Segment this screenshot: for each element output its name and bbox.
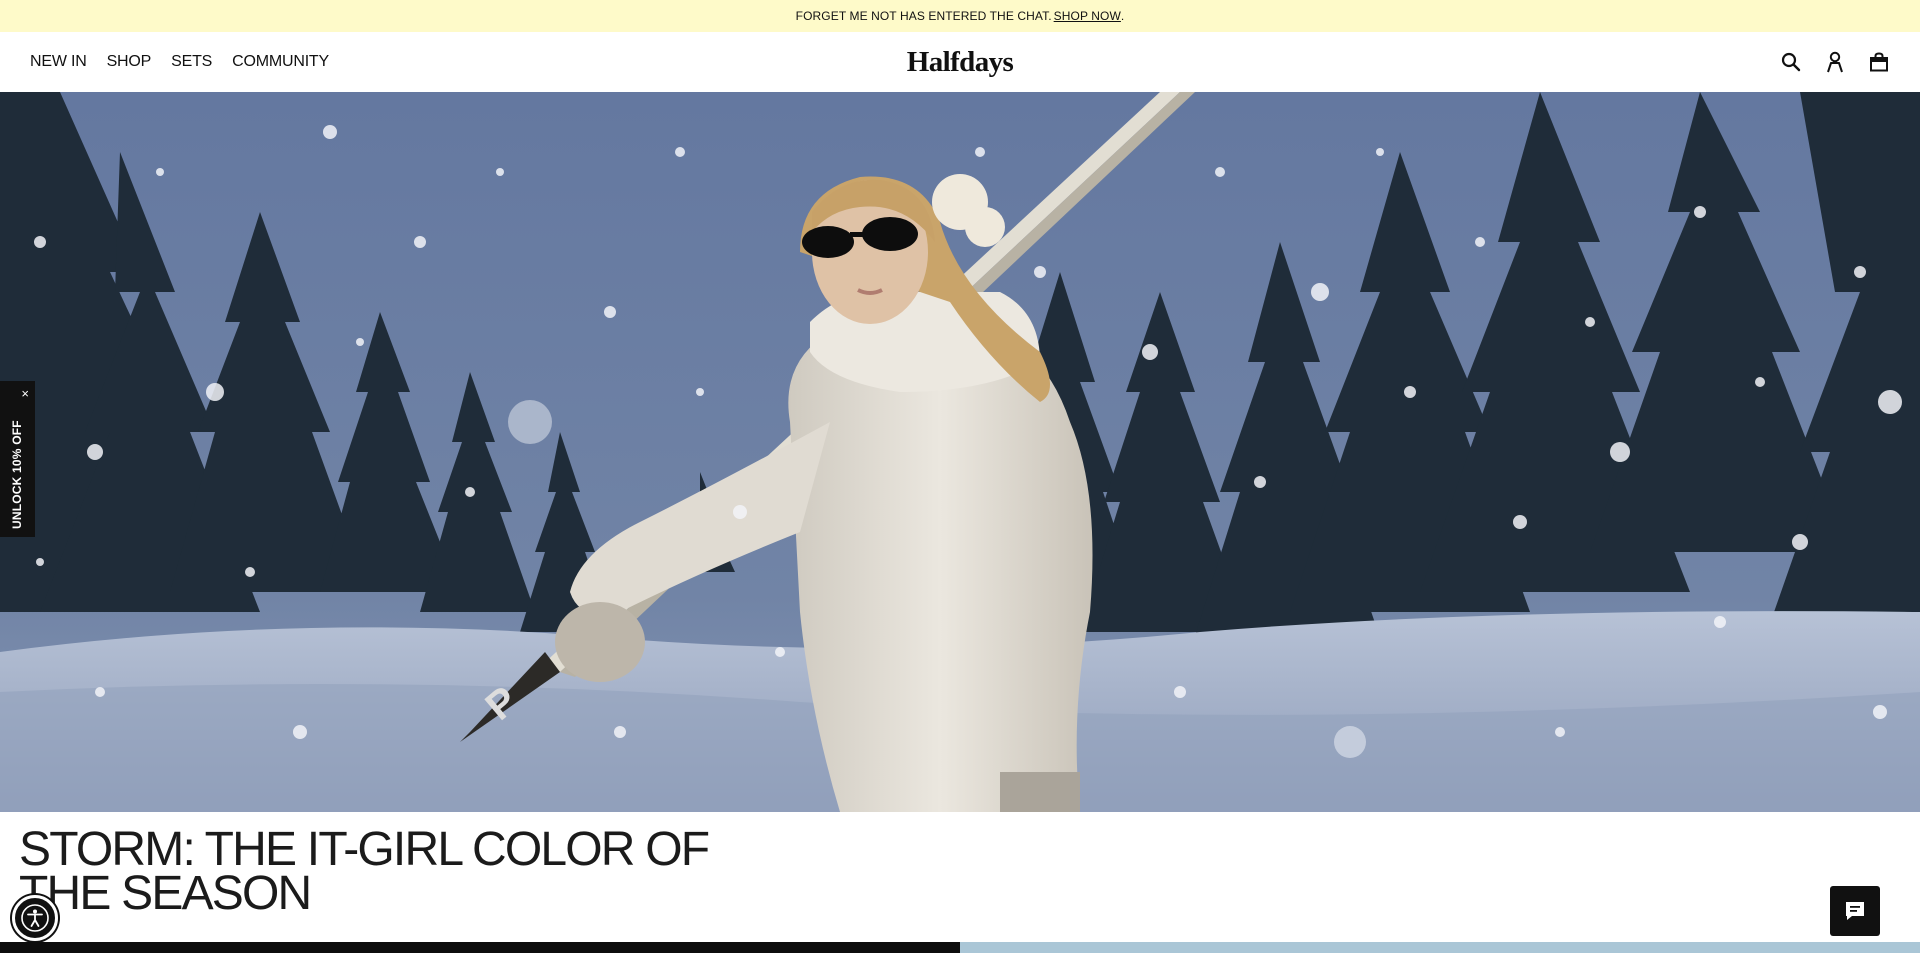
search-icon[interactable]: [1780, 51, 1802, 73]
announcement-text: FORGET ME NOT HAS ENTERED THE CHAT.: [795, 9, 1052, 23]
collection-tile-right[interactable]: [960, 942, 1920, 953]
unlock-discount-tab[interactable]: × UNLOCK 10% OFF: [0, 381, 35, 537]
chat-icon: [1846, 902, 1864, 920]
hero-image: P: [0, 92, 1920, 812]
chat-button[interactable]: [1830, 886, 1880, 936]
main-nav: NEW IN SHOP SETS COMMUNITY: [30, 32, 329, 92]
header-icons: [1780, 32, 1890, 92]
nav-item-new-in[interactable]: NEW IN: [30, 53, 87, 71]
collection-tile-left[interactable]: [0, 942, 960, 953]
nav-item-community[interactable]: COMMUNITY: [232, 53, 329, 71]
nav-item-sets[interactable]: SETS: [171, 53, 212, 71]
announcement-bar: FORGET ME NOT HAS ENTERED THE CHAT. SHOP…: [0, 0, 1920, 32]
site-header: NEW IN SHOP SETS COMMUNITY Halfdays: [0, 32, 1920, 92]
accessibility-icon: [21, 904, 49, 932]
unlock-discount-label[interactable]: UNLOCK 10% OFF: [3, 409, 31, 529]
accessibility-button[interactable]: [12, 895, 58, 941]
hero-banner[interactable]: P: [0, 92, 1920, 812]
bag-icon[interactable]: [1868, 51, 1890, 73]
announcement-shop-now-link[interactable]: SHOP NOW: [1054, 9, 1121, 23]
nav-item-shop[interactable]: SHOP: [107, 53, 152, 71]
hero-headline: STORM: THE IT-GIRL COLOR OF THE SEASON: [19, 823, 710, 920]
brand-logo[interactable]: Halfdays: [907, 46, 1014, 79]
close-icon[interactable]: ×: [0, 387, 35, 401]
announcement-period: .: [1120, 9, 1125, 23]
account-icon[interactable]: [1824, 51, 1846, 73]
